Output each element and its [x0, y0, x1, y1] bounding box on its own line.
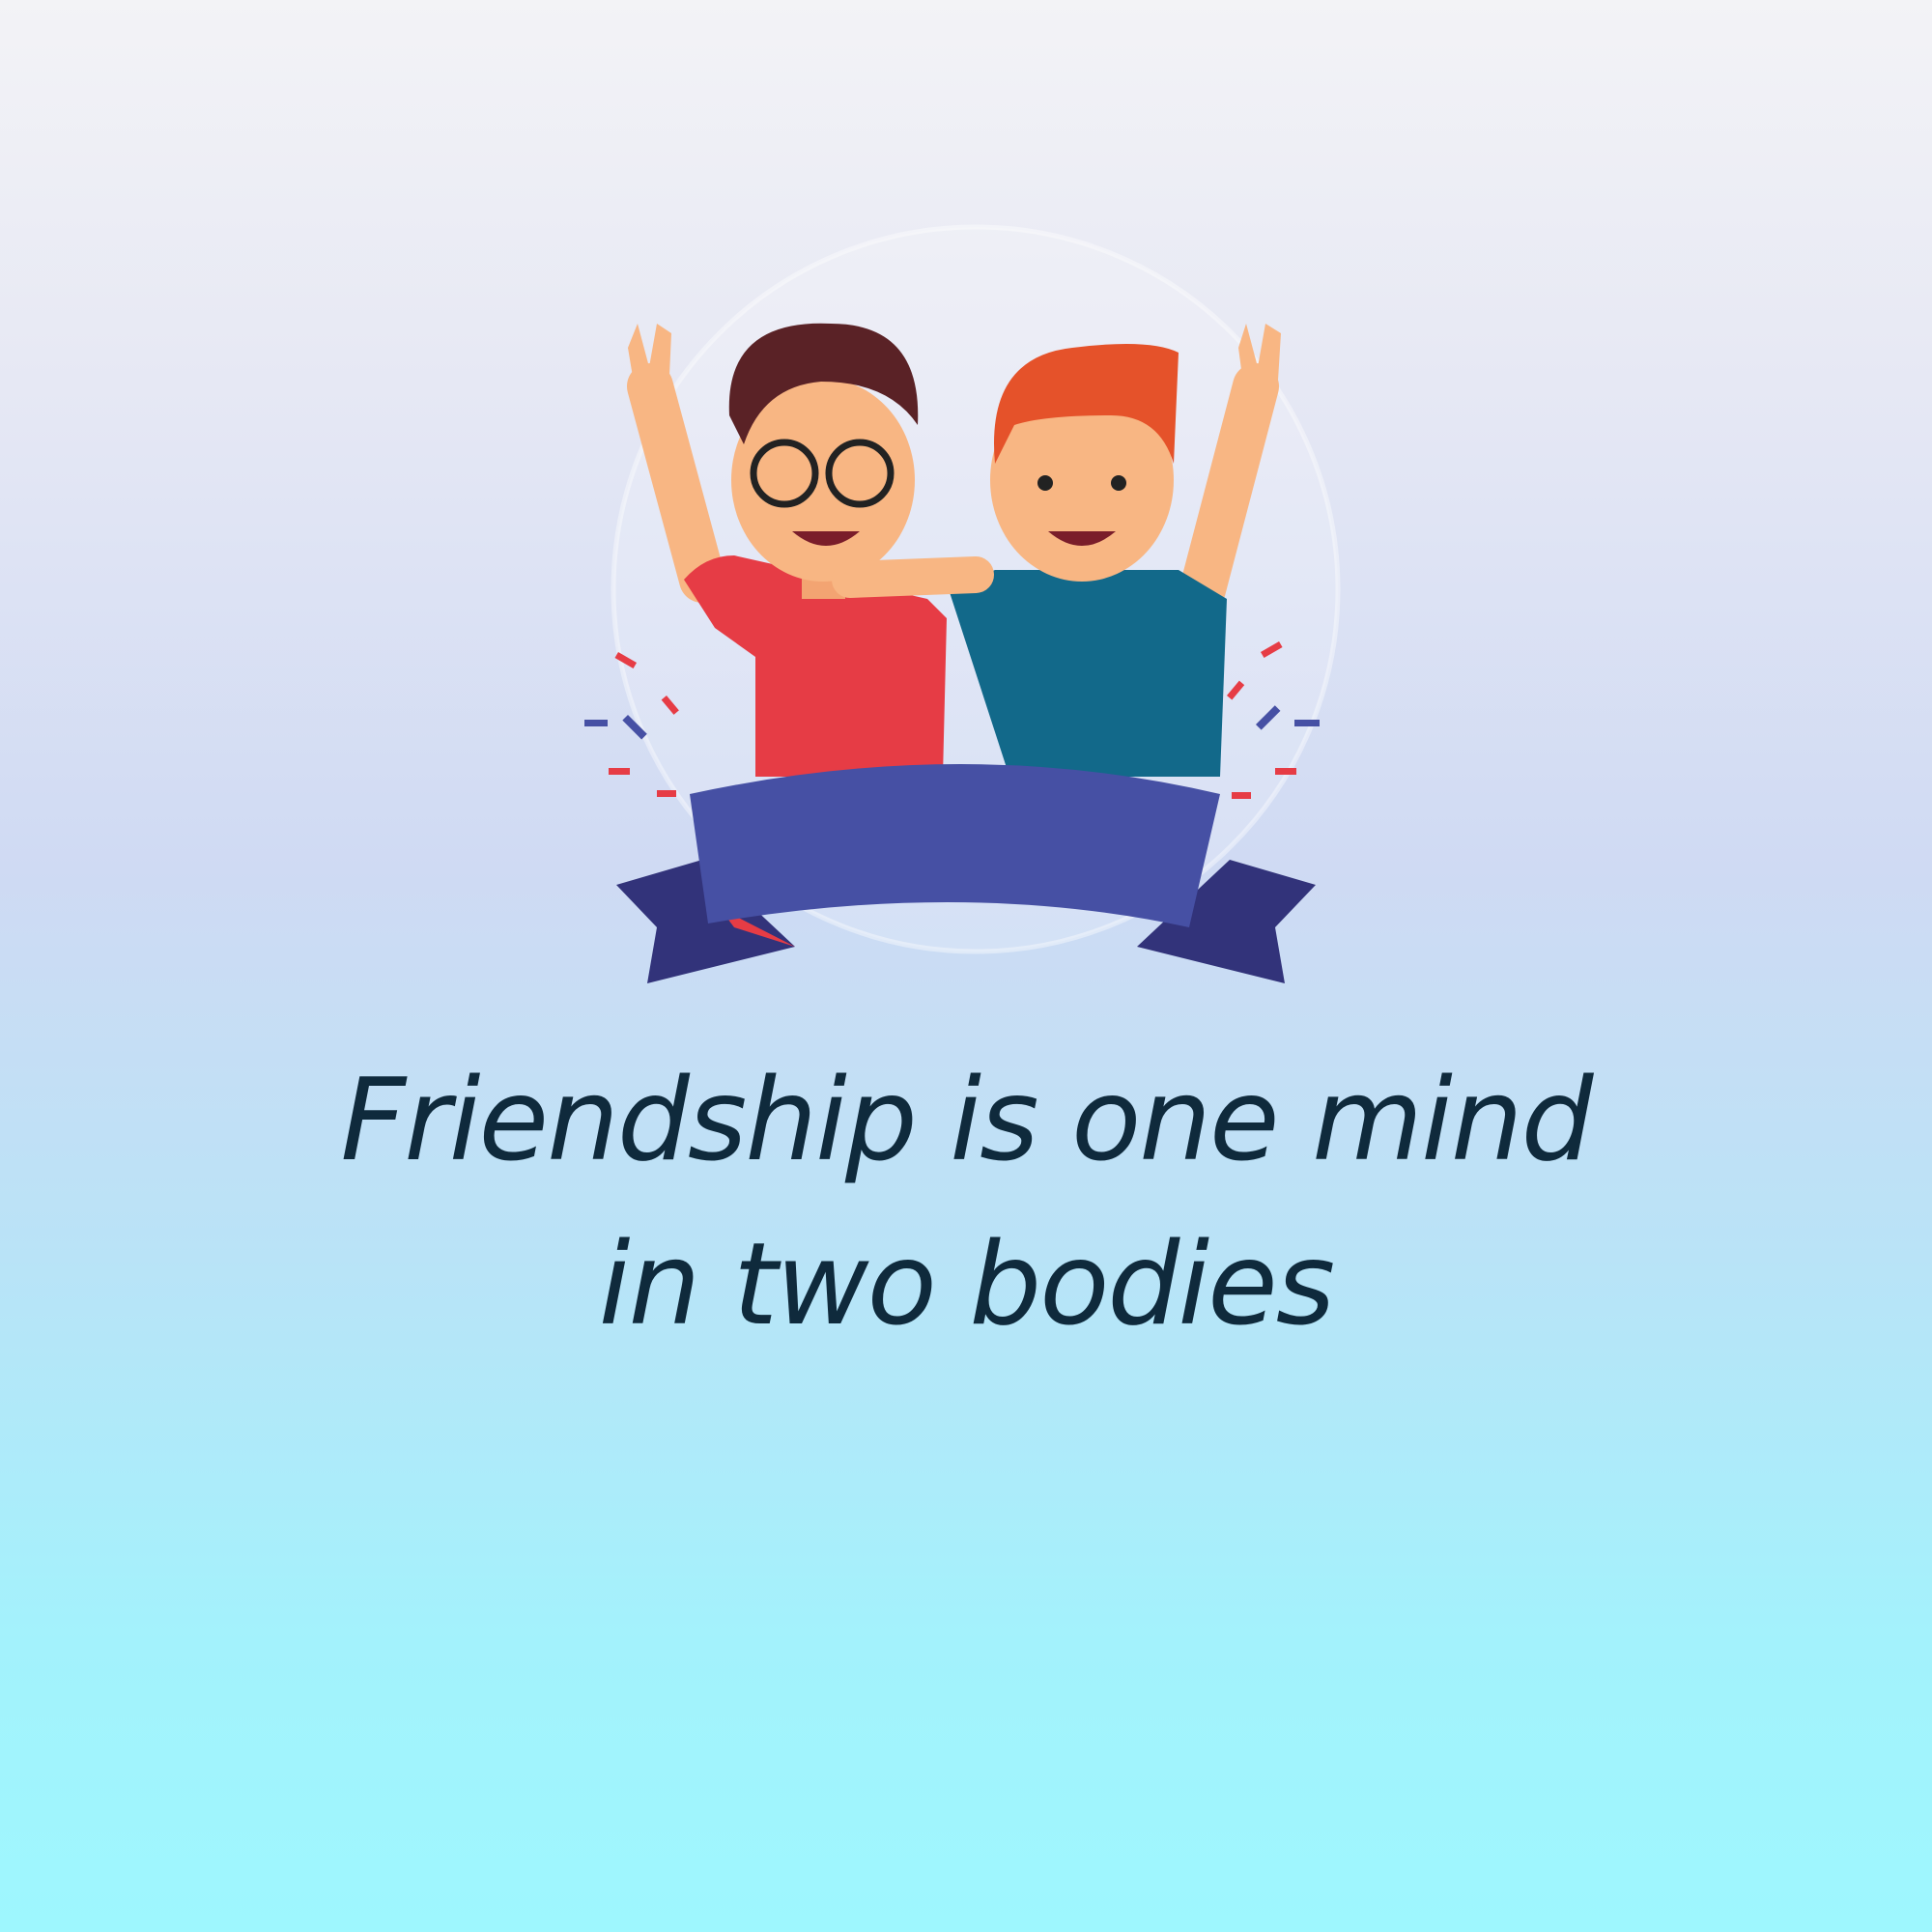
friends-illustration	[584, 224, 1341, 983]
quote-line-1: Friendship is one mind	[340, 1053, 1593, 1186]
quote-line-2: in two bodies	[598, 1217, 1335, 1350]
